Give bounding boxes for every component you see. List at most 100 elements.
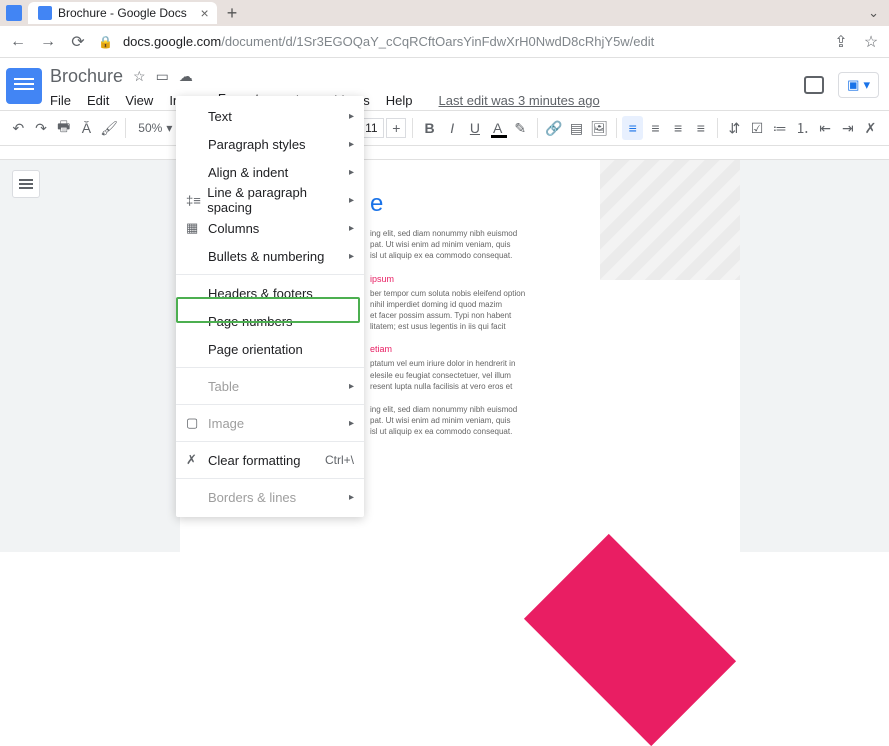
document-canvas: e ing elit, sed diam nonummy nibh euismo… — [0, 146, 889, 552]
page-paragraph: ing elit, sed diam nonummy nibh euismod … — [370, 404, 710, 438]
ruler[interactable] — [0, 146, 889, 160]
close-icon[interactable]: × — [201, 5, 209, 21]
image-icon: ▢ — [186, 415, 208, 431]
shortcut-label: Ctrl+\ — [325, 453, 354, 467]
line-spacing-icon: ‡≡ — [186, 193, 207, 208]
menu-item-table: Table▸ — [176, 372, 364, 400]
menu-item-headers-footers[interactable]: Headers & footers — [176, 279, 364, 307]
page-subheading: etiam — [370, 344, 710, 354]
paint-format-button[interactable]: 🖌 — [99, 116, 120, 140]
url-path: /document/d/1Sr3EGOQaY_cCqRCftOarsYinFdw… — [221, 34, 654, 49]
chevron-right-icon: ▸ — [349, 223, 354, 234]
chevron-right-icon: ▸ — [349, 418, 354, 429]
zoom-value: 50% — [138, 121, 162, 135]
present-button[interactable]: ▣ ▾ — [838, 72, 879, 98]
comments-button[interactable] — [804, 76, 824, 94]
page-shape — [524, 534, 736, 746]
menu-item-clear-formatting[interactable]: ✗Clear formattingCtrl+\ — [176, 446, 364, 474]
numbered-list-button[interactable]: ⒈ — [792, 116, 813, 140]
line-spacing-button[interactable]: ⇵ — [724, 116, 745, 140]
present-icon: ▣ — [847, 77, 859, 93]
columns-icon: ▦ — [186, 220, 208, 236]
menu-view[interactable]: View — [125, 93, 153, 108]
menu-help[interactable]: Help — [386, 93, 413, 108]
menu-bar: File Edit View Insert Format Tools Add-o… — [50, 91, 804, 110]
url-host: docs.google.com — [123, 34, 221, 49]
new-tab-button[interactable]: + — [227, 3, 238, 24]
clear-formatting-button[interactable]: ✗ — [860, 116, 881, 140]
share-page-icon[interactable]: ⇪ — [831, 32, 851, 52]
chevron-right-icon: ▸ — [349, 492, 354, 503]
menu-item-page-orientation[interactable]: Page orientation — [176, 335, 364, 363]
chevron-right-icon: ▸ — [349, 251, 354, 262]
browser-tab[interactable]: Brochure - Google Docs × — [28, 2, 217, 24]
chevron-right-icon: ▸ — [349, 139, 354, 150]
menu-item-text[interactable]: Text▸ — [176, 102, 364, 130]
document-title[interactable]: Brochure — [50, 66, 123, 87]
forward-button[interactable]: → — [38, 33, 58, 51]
browser-nav-bar: ← → ⟳ 🔒 docs.google.com/document/d/1Sr3E… — [0, 26, 889, 58]
decrease-indent-button[interactable]: ⇤ — [815, 116, 836, 140]
browser-tab-bar: Brochure - Google Docs × + ⌄ — [0, 0, 889, 26]
last-edit-link[interactable]: Last edit was 3 minutes ago — [439, 93, 600, 108]
page-decoration — [600, 160, 740, 280]
toolbar: ↶ ↷ 🖶 Ă 🖌 50% ▾ − 11 + B I U A ✎ 🔗 ▤ 🖼 ≡… — [0, 110, 889, 146]
align-left-button[interactable]: ≡ — [622, 116, 643, 140]
chevron-down-icon: ▾ — [166, 121, 172, 135]
reload-button[interactable]: ⟳ — [68, 32, 88, 52]
tabs-menu-icon[interactable]: ⌄ — [868, 5, 879, 21]
bulleted-list-button[interactable]: ≔ — [769, 116, 790, 140]
docs-favicon — [6, 5, 22, 21]
back-button[interactable]: ← — [8, 33, 28, 51]
move-icon[interactable]: ▭ — [156, 68, 169, 85]
align-right-button[interactable]: ≡ — [668, 116, 689, 140]
menu-item-columns[interactable]: ▦Columns▸ — [176, 214, 364, 242]
star-icon[interactable]: ☆ — [861, 32, 881, 52]
chevron-right-icon: ▸ — [349, 195, 354, 206]
chevron-right-icon: ▸ — [349, 167, 354, 178]
outline-toggle-button[interactable] — [12, 170, 40, 198]
menu-item-page-numbers[interactable]: Page numbers — [176, 307, 364, 335]
menu-item-borders-lines: Borders & lines▸ — [176, 483, 364, 511]
clear-formatting-icon: ✗ — [186, 452, 208, 468]
undo-button[interactable]: ↶ — [8, 116, 29, 140]
font-size-increase[interactable]: + — [386, 118, 406, 138]
tab-title: Brochure - Google Docs — [58, 6, 187, 20]
menu-item-paragraph-styles[interactable]: Paragraph styles▸ — [176, 130, 364, 158]
docs-header: Brochure ☆ ▭ ☁ File Edit View Insert For… — [0, 58, 889, 110]
insert-link-button[interactable]: 🔗 — [544, 116, 565, 140]
menu-edit[interactable]: Edit — [87, 93, 109, 108]
menu-item-bullets-numbering[interactable]: Bullets & numbering▸ — [176, 242, 364, 270]
align-justify-button[interactable]: ≡ — [690, 116, 711, 140]
increase-indent-button[interactable]: ⇥ — [837, 116, 858, 140]
checklist-button[interactable]: ☑ — [747, 116, 768, 140]
bold-button[interactable]: B — [419, 116, 440, 140]
italic-button[interactable]: I — [442, 116, 463, 140]
underline-button[interactable]: U — [465, 116, 486, 140]
print-button[interactable]: 🖶 — [53, 116, 74, 140]
chevron-right-icon: ▸ — [349, 111, 354, 122]
redo-button[interactable]: ↷ — [31, 116, 52, 140]
spellcheck-button[interactable]: Ă — [76, 116, 97, 140]
menu-item-align-indent[interactable]: Align & indent▸ — [176, 158, 364, 186]
align-center-button[interactable]: ≡ — [645, 116, 666, 140]
chevron-down-icon: ▾ — [863, 77, 870, 93]
docs-logo-icon[interactable] — [6, 68, 42, 104]
menu-item-image: ▢Image▸ — [176, 409, 364, 437]
menu-file[interactable]: File — [50, 93, 71, 108]
zoom-select[interactable]: 50% ▾ — [132, 121, 178, 135]
insert-image-button[interactable]: 🖼 — [589, 116, 610, 140]
tab-favicon — [38, 6, 52, 20]
page-paragraph: ber tempor cum soluta nobis eleifend opt… — [370, 288, 710, 333]
lock-icon: 🔒 — [98, 35, 113, 49]
format-menu-dropdown: Text▸ Paragraph styles▸ Align & indent▸ … — [176, 96, 364, 517]
star-icon[interactable]: ☆ — [133, 68, 146, 85]
cloud-icon[interactable]: ☁ — [179, 68, 193, 85]
menu-item-line-spacing[interactable]: ‡≡Line & paragraph spacing▸ — [176, 186, 364, 214]
chevron-right-icon: ▸ — [349, 381, 354, 392]
address-bar[interactable]: docs.google.com/document/d/1Sr3EGOQaY_cC… — [123, 34, 821, 49]
text-color-button[interactable]: A — [487, 116, 508, 140]
highlight-button[interactable]: ✎ — [510, 116, 531, 140]
insert-comment-button[interactable]: ▤ — [566, 116, 587, 140]
page-paragraph: ptatum vel eum iriure dolor in hendrerit… — [370, 358, 710, 392]
